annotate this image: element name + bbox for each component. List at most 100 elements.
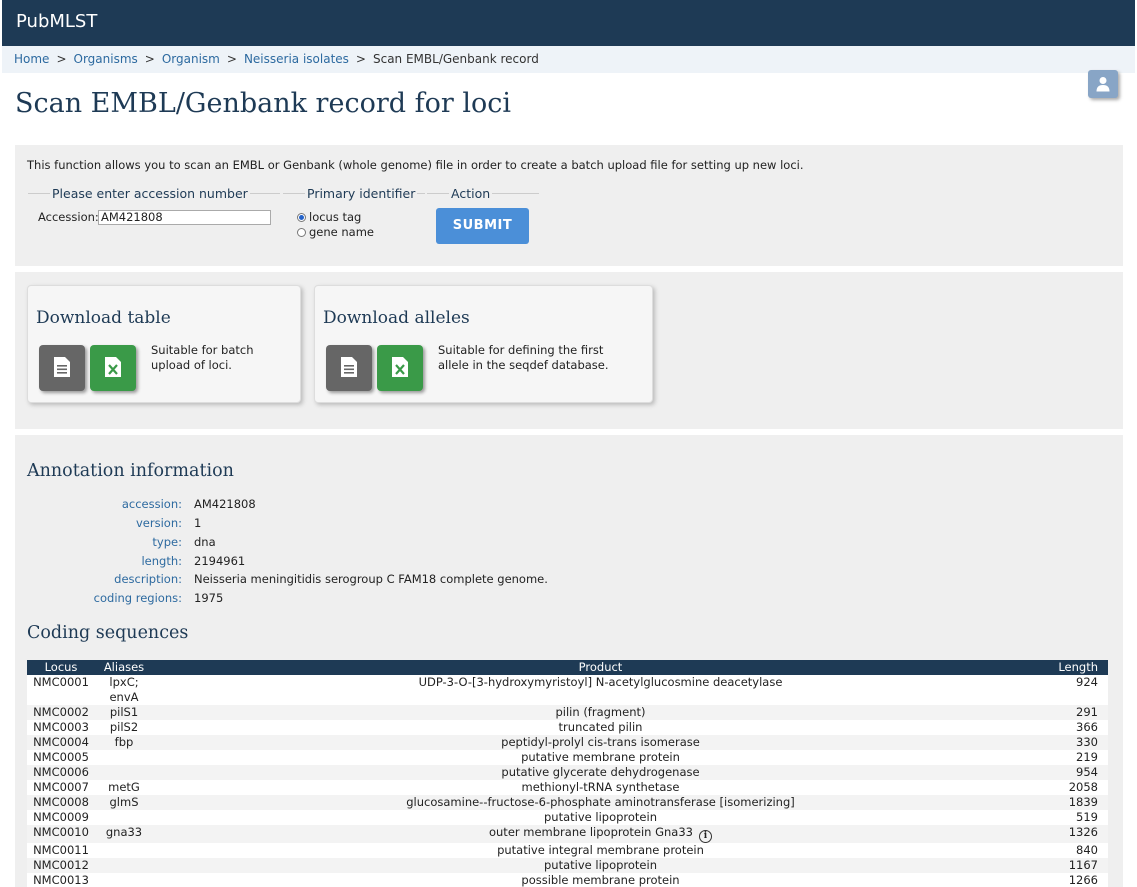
cell-aliases: [95, 873, 153, 887]
download-alleles-description: Suitable for defining the first allele i…: [438, 343, 609, 373]
annotation-value: dna: [194, 535, 216, 549]
cell-length-text: 291: [1076, 705, 1098, 719]
radio-locus-tag[interactable]: locus tag: [297, 210, 361, 224]
column-header-product[interactable]: Product: [153, 660, 1048, 675]
accession-input[interactable]: AM421808: [98, 210, 271, 225]
download-table-text-button[interactable]: [39, 345, 85, 391]
download-table-excel-button[interactable]: [90, 345, 136, 391]
cell-length: 924: [1048, 675, 1108, 705]
cell-locus: NMC0013: [27, 873, 95, 887]
table-row: NMC0001 lpxC; envA UDP-3-O-[3-hydroxymyris…: [27, 675, 1108, 705]
cell-aliases-text: fbp: [114, 735, 134, 749]
breadcrumb-separator: >: [226, 52, 237, 66]
table-row: NMC0007 metG methionyl-tRNA synthetase 2058: [27, 780, 1108, 795]
coding-sequences-table: Locus Aliases Product Length NMC0001 lpxC…: [27, 660, 1108, 887]
annotation-key: version:: [136, 516, 182, 530]
cell-product: possible membrane protein: [153, 873, 1048, 887]
top-navbar: PubMLST: [2, 0, 1135, 46]
cell-aliases: [95, 810, 153, 825]
cell-length: 219: [1048, 750, 1108, 765]
column-header-locus[interactable]: Locus: [27, 660, 95, 675]
breadcrumb-organism[interactable]: Organism: [162, 52, 220, 66]
cell-length: 291: [1048, 705, 1108, 720]
annotation-value: AM421808: [194, 497, 256, 511]
download-table-title: Download table: [36, 308, 171, 328]
cell-product-text: putative glycerate dehydrogenase: [501, 765, 700, 779]
cell-product-text: methionyl-tRNA synthetase: [521, 780, 680, 794]
radio-button-selected[interactable]: [297, 212, 306, 222]
cell-length-text: 519: [1076, 810, 1098, 824]
cell-product-text: outer membrane lipoprotein Gna33: [488, 825, 693, 839]
page-title: Scan EMBL/Genbank record for loci: [15, 88, 511, 119]
cell-length-text: 2058: [1068, 780, 1098, 794]
cell-locus: NMC0001: [27, 675, 95, 705]
results-panel: Annotation information accession: AM4218…: [15, 435, 1123, 887]
cell-product: pilin (fragment): [153, 705, 1048, 720]
cell-locus: NMC0010: [27, 825, 95, 843]
cell-locus: NMC0006: [27, 765, 95, 780]
download-table-description: Suitable for batch upload of loci.: [151, 343, 254, 373]
download-alleles-desc-line1: Suitable for defining the first: [438, 343, 604, 357]
annotation-key: length:: [141, 554, 182, 568]
excel-file-icon: [392, 357, 408, 377]
radio-label-gene-name: gene name: [309, 225, 375, 239]
cell-locus: NMC0009: [27, 810, 95, 825]
cell-product-text: peptidyl-prolyl cis-trans isomerase: [501, 735, 700, 749]
breadcrumb-organisms[interactable]: Organisms: [74, 52, 138, 66]
cell-length: 2058: [1048, 780, 1108, 795]
text-file-icon: [341, 357, 357, 377]
cell-locus-text: NMC0012: [33, 858, 89, 872]
cell-product-text: UDP-3-O-[3-hydroxymyristoyl] N-acetylglu…: [418, 675, 783, 689]
text-file-icon: [54, 357, 70, 377]
cell-product-text: possible membrane protein: [521, 873, 680, 887]
cell-length: 954: [1048, 765, 1108, 780]
coding-sequences-title: Coding sequences: [27, 623, 189, 643]
cell-locus-text: NMC0002: [33, 705, 89, 719]
cell-product: UDP-3-O-[3-hydroxymyristoyl] N-acetylglu…: [153, 675, 1048, 705]
download-alleles-text-button[interactable]: [326, 345, 372, 391]
download-alleles-excel-button[interactable]: [377, 345, 423, 391]
table-row: NMC0010 gna33 outer membrane lipoprotein G…: [27, 825, 1108, 843]
downloads-panel: Download table Suitable for batch upload…: [15, 272, 1123, 429]
table-row: NMC0012 putative lipoprotein 1167: [27, 858, 1108, 873]
cell-length-text: 840: [1076, 843, 1098, 857]
cell-product: glucosamine--fructose-6-phosphate aminot…: [153, 795, 1048, 810]
cell-length: 1326: [1048, 825, 1108, 843]
cell-aliases: fbp: [95, 735, 153, 750]
table-row: NMC0002 pilS1 pilin (fragment) 291: [27, 705, 1108, 720]
download-table-desc-line1: Suitable for batch: [151, 343, 254, 357]
cell-locus-text: NMC0003: [33, 720, 89, 734]
cell-locus: NMC0011: [27, 843, 95, 858]
breadcrumb-current: Scan EMBL/Genbank record: [372, 52, 539, 66]
cell-aliases: [95, 843, 153, 858]
table-row: NMC0003 pilS2 truncated pilin 366: [27, 720, 1108, 735]
breadcrumb-separator: >: [355, 52, 366, 66]
site-brand[interactable]: PubMLST: [16, 11, 97, 32]
user-icon: [1096, 77, 1110, 92]
cell-locus: NMC0004: [27, 735, 95, 750]
cell-locus-text: NMC0005: [33, 750, 89, 764]
cell-aliases: glmS: [95, 795, 153, 810]
cell-locus-text: NMC0010: [33, 825, 89, 839]
download-alleles-desc-line2: allele in the seqdef database.: [438, 358, 609, 372]
column-header-length[interactable]: Length: [1048, 660, 1108, 675]
cell-product: methionyl-tRNA synthetase: [153, 780, 1048, 795]
cell-product-text: glucosamine--fructose-6-phosphate aminot…: [406, 795, 795, 809]
radio-button[interactable]: [297, 227, 306, 237]
cell-product: putative membrane protein: [153, 750, 1048, 765]
breadcrumb-home[interactable]: Home: [14, 52, 49, 66]
cell-locus-text: NMC0013: [33, 873, 89, 887]
column-header-aliases[interactable]: Aliases: [95, 660, 153, 675]
cell-product-text: putative lipoprotein: [544, 858, 657, 872]
radio-gene-name[interactable]: gene name: [297, 225, 374, 239]
submit-button[interactable]: SUBMIT: [436, 208, 529, 244]
breadcrumb-neisseria-isolates[interactable]: Neisseria isolates: [244, 52, 349, 66]
breadcrumb-separator: >: [144, 52, 155, 66]
action-legend: Action: [451, 186, 491, 201]
cell-product-text: truncated pilin: [558, 720, 643, 734]
breadcrumb: Home > Organisms > Organism > Neisseria isolat…: [2, 46, 1135, 73]
cell-locus-text: NMC0007: [33, 780, 89, 794]
user-account-button[interactable]: [1088, 70, 1118, 98]
info-icon[interactable]: i: [699, 830, 712, 843]
cell-aliases: [95, 858, 153, 873]
